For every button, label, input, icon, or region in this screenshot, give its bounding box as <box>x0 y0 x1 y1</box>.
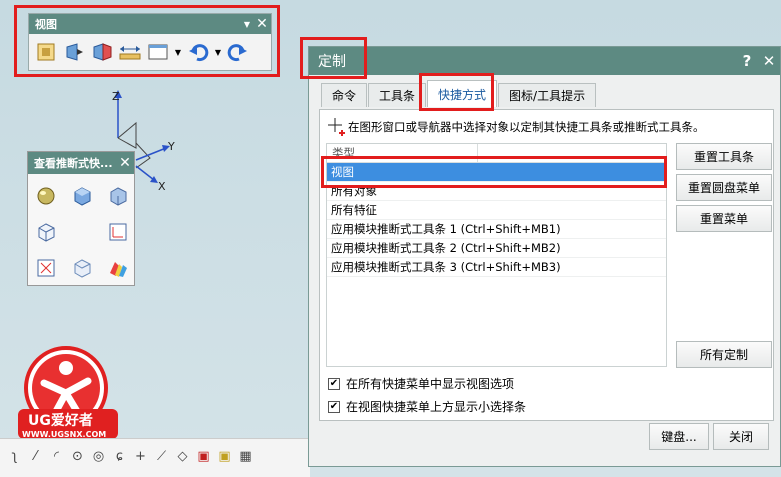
shaded-sphere-icon[interactable] <box>28 178 64 214</box>
transparent-cube-icon[interactable] <box>64 250 100 286</box>
checkbox-label: 在视图快捷菜单上方显示小选择条 <box>346 400 527 414</box>
wireframe-cube-icon[interactable] <box>28 214 64 250</box>
highlight-box <box>14 5 280 77</box>
axis-x-label: X <box>158 180 166 193</box>
reset-toolbar-button[interactable]: 重置工具条 <box>676 143 772 170</box>
shaded-edges-cube-icon[interactable] <box>100 178 136 214</box>
axis-y-label: Y <box>168 140 175 153</box>
wcs-orient-icon[interactable] <box>100 214 136 250</box>
vector-icon[interactable]: ⟋ <box>153 449 170 467</box>
customize-all-button[interactable]: 所有定制 <box>676 341 772 368</box>
close-icon[interactable]: ✕ <box>116 155 134 171</box>
select-cursor-icon <box>326 116 348 138</box>
list-item[interactable]: 应用模块推断式工具条 1 (Ctrl+Shift+MB1) <box>327 220 666 239</box>
arc-icon[interactable]: ◜ <box>48 449 65 467</box>
studio-ribbon-icon[interactable] <box>100 250 136 286</box>
list-item[interactable]: 应用模块推断式工具条 2 (Ctrl+Shift+MB2) <box>327 239 666 258</box>
checkbox-checked-icon[interactable]: ✔ <box>328 377 340 390</box>
curve-icon[interactable]: ʅ <box>6 449 23 467</box>
list-item[interactable]: 应用模块推断式工具条 3 (Ctrl+Shift+MB3) <box>327 258 666 277</box>
help-icon[interactable]: ? <box>736 52 758 70</box>
solid-yellow-icon[interactable]: ▣ <box>216 449 233 467</box>
reset-radial-menu-button[interactable]: 重置圆盘菜单 <box>676 174 772 201</box>
show-view-options-checkbox[interactable]: ✔ 在所有快捷菜单中显示视图选项 <box>328 375 514 392</box>
grid-icon[interactable]: ▦ <box>237 449 254 467</box>
line-icon[interactable]: ⁄ <box>27 449 44 467</box>
zoom-fit-icon[interactable] <box>28 250 64 286</box>
keyboard-button[interactable]: 键盘... <box>649 423 709 450</box>
plane-icon[interactable]: ◇ <box>174 449 191 467</box>
show-selection-bar-checkbox[interactable]: ✔ 在视图快捷菜单上方显示小选择条 <box>328 398 526 415</box>
shaded-cube-icon[interactable] <box>64 178 100 214</box>
tab-icons-tooltips[interactable]: 图标/工具提示 <box>498 83 597 107</box>
reset-menu-button[interactable]: 重置菜单 <box>676 205 772 232</box>
quick-panel-title: 查看推断式快... <box>34 157 113 170</box>
highlight-box <box>419 73 494 111</box>
circle-point-icon[interactable]: ⊙ <box>69 449 86 467</box>
solid-red-icon[interactable]: ▣ <box>195 449 212 467</box>
hint: 在图形窗口或导航器中选择对象以定制其快捷工具条或推断式工具条。 <box>326 116 705 138</box>
hint-text: 在图形窗口或导航器中选择对象以定制其快捷工具条或推断式工具条。 <box>348 120 705 134</box>
axis-z-label: Z <box>112 90 120 103</box>
quick-view-panel: 查看推断式快... ✕ <box>27 151 135 286</box>
dialog-titlebar[interactable]: 定制 ? ✕ <box>309 47 780 75</box>
tab-toolbars[interactable]: 工具条 <box>368 83 427 107</box>
customize-dialog: 定制 ? ✕ 命令 工具条 快捷方式 图标/工具提示 在图形窗口或导航器中选择对… <box>308 46 781 467</box>
point-icon[interactable]: ◎ <box>90 449 107 467</box>
quick-panel-titlebar[interactable]: 查看推断式快... ✕ <box>28 152 134 174</box>
close-icon[interactable]: ✕ <box>758 52 780 70</box>
list-item[interactable]: 所有特征 <box>327 201 666 220</box>
logo-brand: UG爱好者 <box>28 413 93 429</box>
empty-slot <box>64 214 100 250</box>
tab-commands[interactable]: 命令 <box>321 83 368 107</box>
spiral-icon[interactable]: ɕ <box>111 449 128 467</box>
highlight-box <box>321 156 667 188</box>
checkbox-checked-icon[interactable]: ✔ <box>328 400 340 413</box>
checkbox-label: 在所有快捷菜单中显示视图选项 <box>346 377 515 391</box>
bottom-toolbar: ʅ ⁄ ◜ ⊙ ◎ ɕ + ⟋ ◇ ▣ ▣ ▦ <box>0 438 310 477</box>
close-button[interactable]: 关闭 <box>713 423 769 450</box>
plus-icon[interactable]: + <box>132 449 149 467</box>
highlight-box <box>300 37 367 79</box>
